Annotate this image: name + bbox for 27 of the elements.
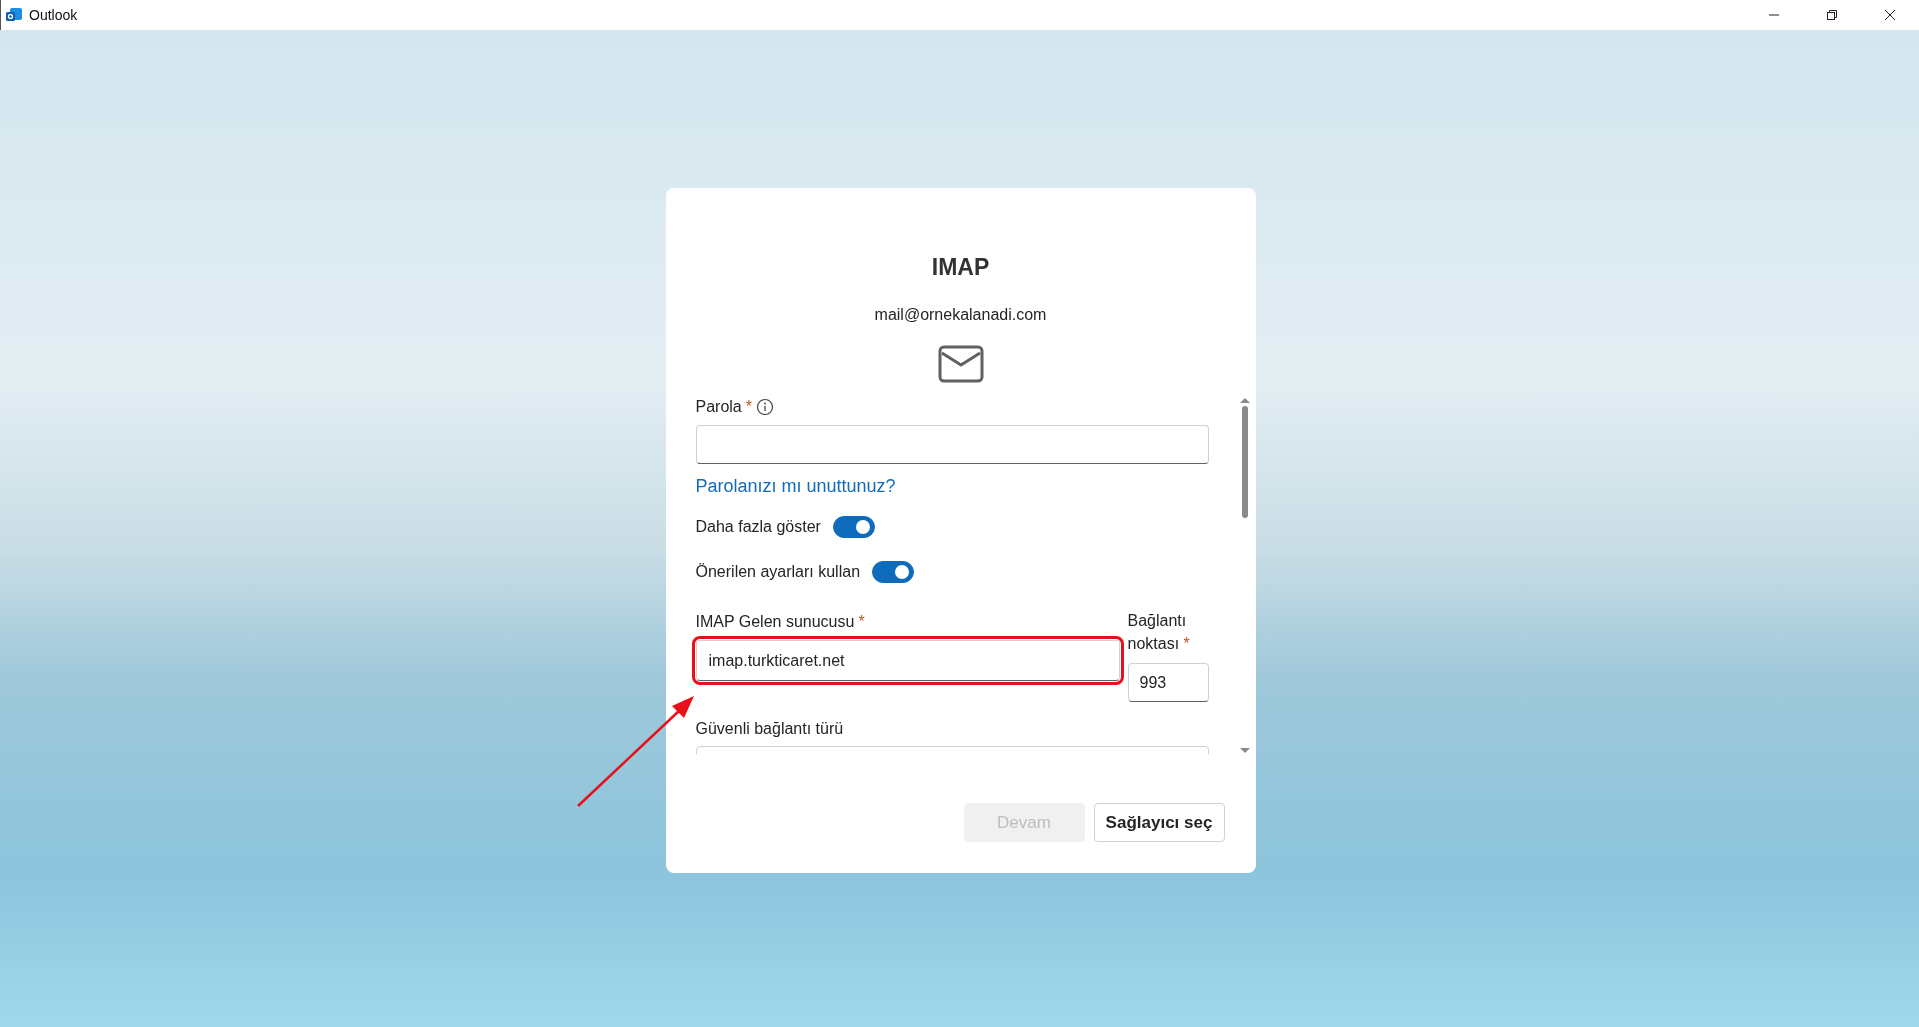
- restore-icon: [1826, 9, 1838, 21]
- dialog-title: IMAP: [930, 253, 991, 282]
- app-logo-icon: [5, 6, 23, 24]
- password-label: Parola: [695, 397, 742, 417]
- security-type-label: Güvenli bağlantı türü: [695, 719, 844, 739]
- toggle-switch[interactable]: [832, 516, 875, 538]
- minimize-icon: [1768, 14, 1780, 16]
- window-title: Outlook: [29, 7, 78, 23]
- port-field[interactable]: 993: [1127, 663, 1209, 702]
- toggle-label: Önerilen ayarları kullan: [695, 562, 861, 582]
- toggle-label: Daha fazla göster: [695, 517, 821, 537]
- account-email: mail@ornekalanadi.com: [873, 305, 1048, 325]
- choose-provider-button[interactable]: Sağlayıcı seç: [1093, 803, 1225, 842]
- scrollbar-thumb[interactable]: [1241, 406, 1248, 518]
- info-icon[interactable]: [756, 398, 774, 416]
- required-mark: *: [745, 397, 752, 417]
- server-label: IMAP Gelen sunucusu: [695, 612, 855, 632]
- forgot-password-link[interactable]: Parolanızı mı unuttunuz?: [695, 475, 896, 497]
- required-mark: *: [1183, 635, 1190, 652]
- password-field[interactable]: [695, 425, 1209, 464]
- scroll-up-icon[interactable]: [1239, 397, 1250, 403]
- required-mark: *: [858, 612, 865, 632]
- close-icon: [1884, 9, 1896, 21]
- toggle-switch[interactable]: [872, 561, 915, 583]
- port-label: Bağlantı noktası *: [1127, 611, 1191, 654]
- envelope-icon: [936, 344, 985, 384]
- scroll-down-icon[interactable]: [1239, 748, 1250, 754]
